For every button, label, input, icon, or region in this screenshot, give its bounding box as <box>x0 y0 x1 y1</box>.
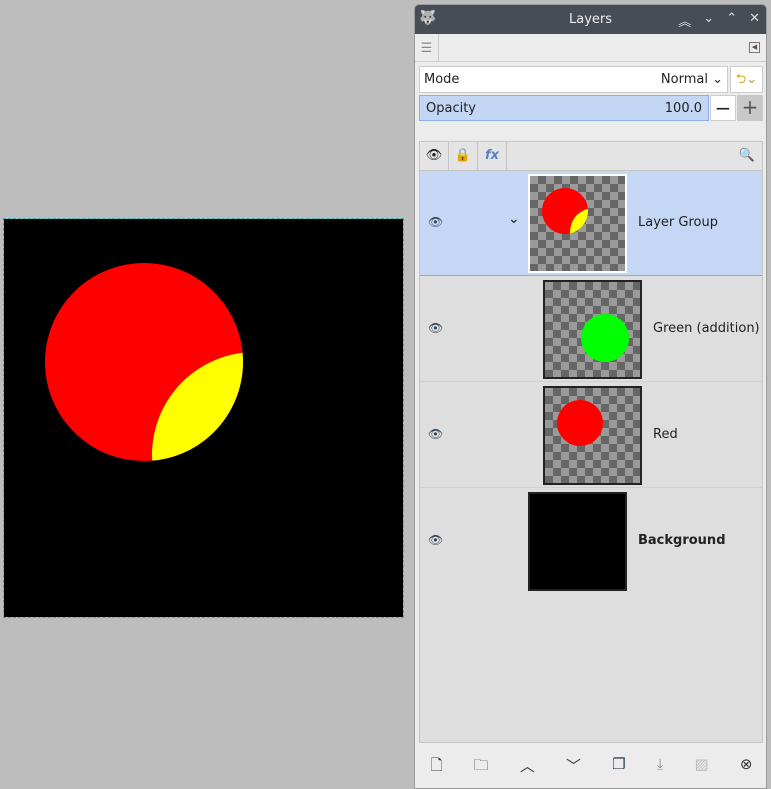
composite-mode-button[interactable]: ⮌⌄ <box>730 66 763 93</box>
canvas-image <box>4 219 403 617</box>
list-header: 👁 🔒 fx 🔍 <box>419 141 763 171</box>
chevron-down-icon: ⌄ <box>707 72 723 87</box>
eye-icon[interactable]: 👁 <box>420 142 449 170</box>
layers-tab-icon[interactable]: ☰ <box>415 34 439 62</box>
layer-thumbnail <box>528 492 627 591</box>
layer-thumbnail <box>543 386 642 485</box>
raise-layer-icon[interactable]: ︿ <box>520 755 535 780</box>
gimp-logo-icon: 🐺 <box>419 10 437 26</box>
mode-label: Mode <box>424 72 460 87</box>
visibility-eye-icon[interactable]: 👁 <box>428 533 443 547</box>
expand-chevron-icon[interactable]: ⌄ <box>508 211 520 227</box>
tab-menu-icon[interactable]: ◀ <box>749 42 760 53</box>
lower-layer-icon[interactable]: ﹀ <box>566 755 581 780</box>
duplicate-layer-icon[interactable]: ❐ <box>612 755 625 780</box>
opacity-value: 100.0 <box>664 100 702 116</box>
opacity-increase-button[interactable]: + <box>737 95 763 121</box>
layer-thumbnail <box>528 174 627 273</box>
layer-name: Red <box>653 427 678 442</box>
bottom-toolbar: 🗋 🗀 ︿ ﹀ ❐ ⤓ ▨ ⊗ <box>415 755 766 780</box>
close-icon[interactable]: ✕ <box>749 11 760 30</box>
image-canvas[interactable] <box>3 218 404 618</box>
title-bar: 🐺 Layers ︽ ⌄ ⌃ ✕ <box>415 5 766 34</box>
new-layer-icon[interactable]: 🗋 <box>431 755 443 780</box>
opacity-decrease-button[interactable]: − <box>710 95 736 121</box>
lock-icon[interactable]: 🔒 <box>449 142 478 170</box>
merge-down-icon[interactable]: ⤓ <box>657 755 664 780</box>
mode-select[interactable]: Mode Normal ⌄ <box>419 66 728 93</box>
layer-thumbnail <box>543 280 642 379</box>
layer-name: Background <box>638 533 726 548</box>
layer-row-background[interactable]: 👁 Background <box>420 489 762 594</box>
visibility-eye-icon[interactable]: 👁 <box>428 321 443 335</box>
maximize-icon[interactable]: ⌃ <box>726 11 737 30</box>
visibility-eye-icon[interactable]: 👁 <box>428 427 443 441</box>
layer-row-green[interactable]: 👁 Green (addition) <box>420 277 762 382</box>
new-group-icon[interactable]: 🗀 <box>474 755 489 780</box>
visibility-eye-icon[interactable]: 👁 <box>428 215 443 229</box>
fx-icon[interactable]: fx <box>478 142 507 170</box>
mode-value: Normal <box>660 72 708 87</box>
shade-icon[interactable]: ︽ <box>678 11 691 30</box>
layer-name: Green (addition) <box>653 321 760 336</box>
layer-row-group[interactable]: 👁 ⌄ Layer Group <box>420 171 762 276</box>
search-icon[interactable]: 🔍 <box>732 142 762 170</box>
mask-icon[interactable]: ▨ <box>695 755 709 780</box>
dialog-title: Layers <box>568 12 613 27</box>
opacity-slider[interactable]: Opacity 100.0 <box>419 95 709 121</box>
layer-row-red[interactable]: 👁 Red <box>420 383 762 488</box>
delete-layer-icon[interactable]: ⊗ <box>740 755 753 780</box>
layers-dialog: 🐺 Layers ︽ ⌄ ⌃ ✕ ☰ ◀ Mode Normal ⌄ ⮌⌄ Opacity… <box>414 4 767 789</box>
layer-list: 👁 ⌄ Layer Group 👁 Green (addition) 👁 Red… <box>419 171 763 743</box>
minimize-icon[interactable]: ⌄ <box>703 11 714 30</box>
layer-name: Layer Group <box>638 215 718 230</box>
opacity-label: Opacity <box>426 100 477 116</box>
